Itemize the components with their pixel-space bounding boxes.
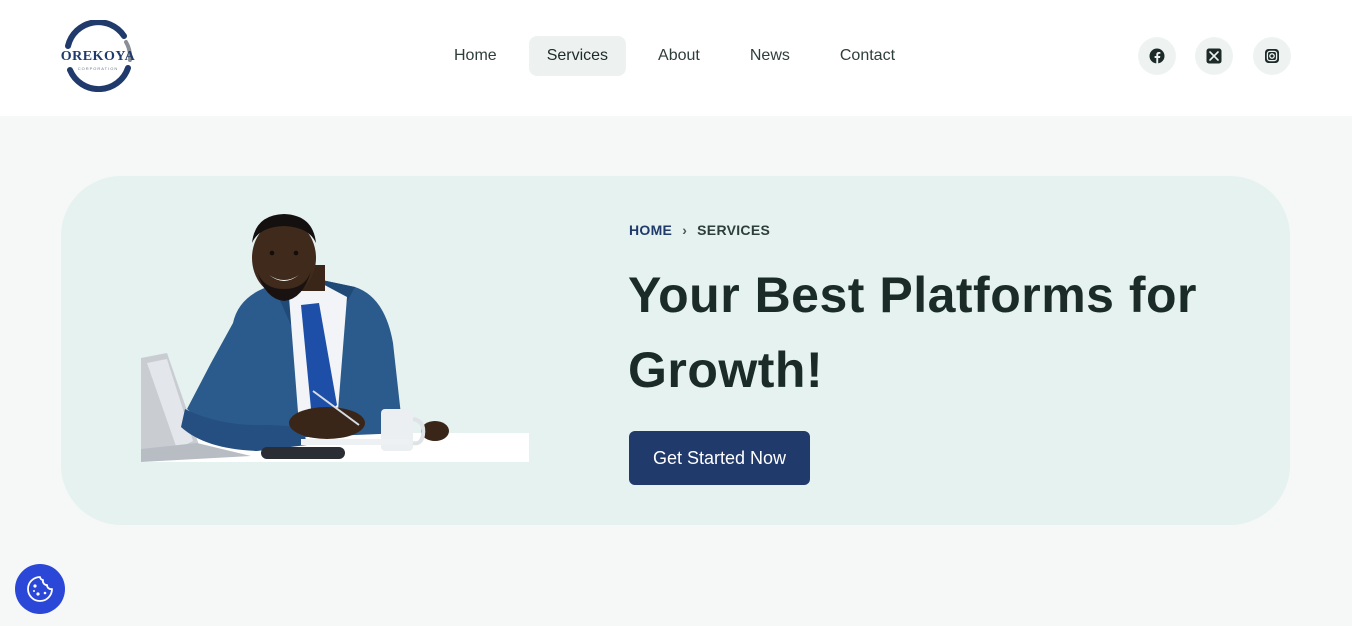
nav-item-contact[interactable]: Contact xyxy=(822,36,913,76)
chevron-right-icon: › xyxy=(682,222,688,238)
breadcrumb-current: SERVICES xyxy=(697,222,771,238)
site-header: OREKOYA CORPORATION Home Services About … xyxy=(0,0,1352,116)
cookie-icon xyxy=(27,576,53,602)
hero-section: HOME › SERVICES Your Best Platforms for … xyxy=(61,176,1290,525)
businessman-at-desk-photo xyxy=(141,213,529,462)
nav-item-home[interactable]: Home xyxy=(436,36,515,76)
get-started-button[interactable]: Get Started Now xyxy=(629,431,810,485)
facebook-icon xyxy=(1149,48,1165,64)
nav-item-news[interactable]: News xyxy=(732,36,808,76)
nav-item-about[interactable]: About xyxy=(640,36,718,76)
x-twitter-icon xyxy=(1206,48,1222,64)
facebook-link[interactable] xyxy=(1138,37,1176,75)
brand-logo[interactable]: OREKOYA CORPORATION xyxy=(60,20,136,92)
x-twitter-link[interactable] xyxy=(1195,37,1233,75)
breadcrumb-home-link[interactable]: HOME xyxy=(629,222,672,238)
main-nav: Home Services About News Contact xyxy=(436,36,927,76)
brand-subtitle: CORPORATION xyxy=(77,66,119,71)
nav-item-services[interactable]: Services xyxy=(528,36,627,76)
instagram-icon xyxy=(1265,49,1279,63)
businessman-illustration xyxy=(141,213,529,462)
brand-name: OREKOYA xyxy=(60,49,136,64)
cookie-settings-button[interactable] xyxy=(15,564,65,614)
breadcrumb: HOME › SERVICES xyxy=(629,222,770,238)
hero-title: Your Best Platforms for Growth! xyxy=(628,267,1197,398)
instagram-link[interactable] xyxy=(1253,37,1291,75)
